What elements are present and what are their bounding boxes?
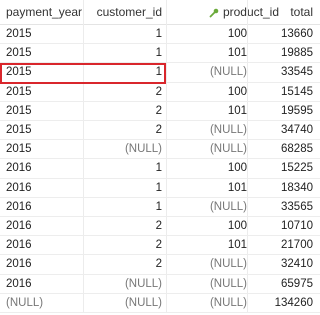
cell-payment-year[interactable]: 2015 bbox=[6, 83, 32, 104]
table-row[interactable]: 2016 1 (NULL) 33565 bbox=[0, 198, 320, 217]
cell-customer-id[interactable]: (NULL) bbox=[88, 140, 162, 161]
cell-total[interactable]: 13660 bbox=[250, 25, 313, 46]
cell-product-id[interactable]: 101 bbox=[168, 236, 247, 257]
table-row[interactable]: 2015 2 100 15145 bbox=[0, 83, 320, 102]
cell-customer-id[interactable]: 1 bbox=[88, 25, 162, 46]
cell-total[interactable]: 34740 bbox=[250, 121, 313, 142]
cell-total[interactable]: 15145 bbox=[250, 83, 313, 104]
table-row[interactable]: 2016 1 101 18340 bbox=[0, 179, 320, 198]
cell-customer-id[interactable]: 2 bbox=[88, 102, 162, 123]
cell-total[interactable]: 68285 bbox=[250, 140, 313, 161]
cell-customer-id[interactable]: 2 bbox=[88, 255, 162, 276]
grid-header: payment_year customer_id product_id tota… bbox=[0, 0, 320, 25]
cell-customer-id[interactable]: 2 bbox=[88, 83, 162, 104]
cell-total[interactable]: 18340 bbox=[250, 179, 313, 200]
cell-payment-year[interactable]: 2015 bbox=[6, 121, 32, 142]
cell-product-id[interactable]: (NULL) bbox=[168, 140, 247, 161]
cell-product-id[interactable]: (NULL) bbox=[168, 294, 247, 315]
cell-customer-id[interactable]: 1 bbox=[88, 198, 162, 219]
cell-customer-id[interactable]: 1 bbox=[88, 159, 162, 180]
cell-total[interactable]: 10710 bbox=[250, 217, 313, 238]
table-row[interactable]: 2016 2 100 10710 bbox=[0, 217, 320, 238]
column-header-payment-year[interactable]: payment_year bbox=[6, 0, 82, 25]
cell-total[interactable]: 134260 bbox=[250, 294, 313, 315]
cell-total[interactable]: 21700 bbox=[250, 236, 313, 257]
table-row[interactable]: 2016 (NULL) (NULL) 65975 bbox=[0, 275, 320, 294]
cell-customer-id[interactable]: (NULL) bbox=[88, 294, 162, 315]
table-row[interactable]: 2015 1 100 13660 bbox=[0, 25, 320, 46]
cell-product-id[interactable]: 101 bbox=[168, 102, 247, 123]
cell-product-id[interactable]: 100 bbox=[168, 159, 247, 180]
cell-product-id[interactable]: (NULL) bbox=[168, 255, 247, 276]
cell-payment-year[interactable]: 2016 bbox=[6, 217, 32, 238]
column-header-customer-id[interactable]: customer_id bbox=[88, 0, 162, 25]
cell-customer-id[interactable]: 1 bbox=[88, 179, 162, 200]
cell-payment-year[interactable]: 2016 bbox=[6, 179, 32, 200]
table-row[interactable]: 2016 2 101 21700 bbox=[0, 236, 320, 257]
cell-customer-id[interactable]: 1 bbox=[88, 44, 162, 65]
cell-product-id[interactable]: 101 bbox=[168, 179, 247, 200]
column-header-total[interactable]: total bbox=[250, 0, 313, 25]
cell-payment-year[interactable]: 2015 bbox=[6, 25, 32, 46]
table-row[interactable]: 2015 2 101 19595 bbox=[0, 102, 320, 121]
cell-payment-year[interactable]: 2015 bbox=[6, 140, 32, 161]
cell-payment-year[interactable]: 2016 bbox=[6, 275, 32, 296]
cell-customer-id[interactable]: (NULL) bbox=[88, 275, 162, 296]
cell-product-id[interactable]: (NULL) bbox=[168, 121, 247, 142]
cell-customer-id[interactable]: 2 bbox=[88, 121, 162, 142]
cell-total[interactable]: 33565 bbox=[250, 198, 313, 219]
table-row[interactable]: 2016 2 (NULL) 32410 bbox=[0, 255, 320, 276]
cell-payment-year[interactable]: 2015 bbox=[6, 102, 32, 123]
cell-product-id[interactable]: 100 bbox=[168, 83, 247, 104]
table-row[interactable]: 2015 2 (NULL) 34740 bbox=[0, 121, 320, 142]
cell-customer-id[interactable]: 2 bbox=[88, 217, 162, 238]
cell-payment-year[interactable]: 2015 bbox=[6, 44, 32, 65]
cell-total[interactable]: 65975 bbox=[250, 275, 313, 296]
cell-total[interactable]: 33545 bbox=[250, 63, 313, 84]
key-icon bbox=[209, 8, 219, 18]
cell-customer-id[interactable]: 2 bbox=[88, 236, 162, 257]
cell-payment-year[interactable]: 2016 bbox=[6, 255, 32, 276]
cell-product-id[interactable]: (NULL) bbox=[168, 275, 247, 296]
table-row[interactable]: 2015 1 (NULL) 33545 bbox=[0, 63, 320, 84]
cell-total[interactable]: 32410 bbox=[250, 255, 313, 276]
cell-product-id[interactable]: 100 bbox=[168, 25, 247, 46]
cell-customer-id[interactable]: 1 bbox=[88, 63, 162, 84]
cell-total[interactable]: 19595 bbox=[250, 102, 313, 123]
cell-product-id[interactable]: (NULL) bbox=[168, 198, 247, 219]
cell-total[interactable]: 15225 bbox=[250, 159, 313, 180]
cell-product-id[interactable]: (NULL) bbox=[168, 63, 247, 84]
cell-product-id[interactable]: 101 bbox=[168, 44, 247, 65]
cell-total[interactable]: 19885 bbox=[250, 44, 313, 65]
cell-payment-year[interactable]: 2016 bbox=[6, 159, 32, 180]
cell-product-id[interactable]: 100 bbox=[168, 217, 247, 238]
cell-payment-year[interactable]: 2016 bbox=[6, 198, 32, 219]
cell-payment-year[interactable]: (NULL) bbox=[6, 294, 43, 315]
table-row[interactable]: (NULL) (NULL) (NULL) 134260 bbox=[0, 294, 320, 313]
table-row[interactable]: 2016 1 100 15225 bbox=[0, 159, 320, 180]
result-grid[interactable]: payment_year customer_id product_id tota… bbox=[0, 0, 320, 313]
table-row[interactable]: 2015 (NULL) (NULL) 68285 bbox=[0, 140, 320, 161]
cell-payment-year[interactable]: 2015 bbox=[6, 63, 32, 84]
cell-payment-year[interactable]: 2016 bbox=[6, 236, 32, 257]
table-row[interactable]: 2015 1 101 19885 bbox=[0, 44, 320, 65]
